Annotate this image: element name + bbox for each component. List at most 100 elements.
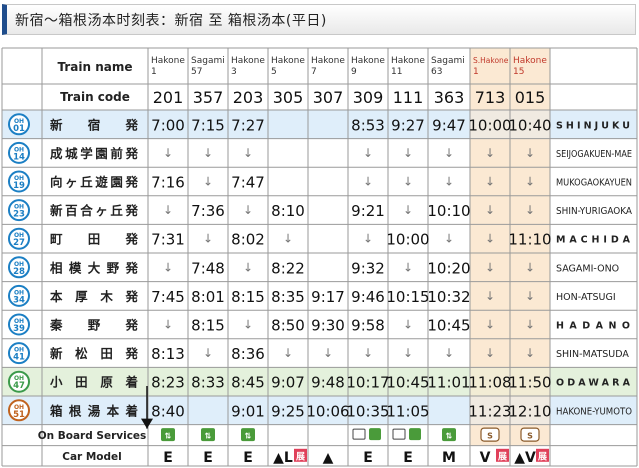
departure-time: 9:07 (271, 374, 305, 392)
train-number: 5 (271, 67, 277, 77)
departure-time: 8:13 (151, 345, 185, 363)
seat-service-icon-glyph: S (527, 432, 533, 441)
departure-time: 9:17 (311, 288, 345, 306)
car-model-code: ▲L (273, 450, 293, 466)
pass-arrow: ↓ (485, 232, 495, 246)
departure-time: 7:00 (151, 116, 185, 134)
station-name-jp: 秦野発 (49, 318, 138, 333)
departure-time: 8:45 (231, 374, 265, 392)
departure-time: 7:31 (151, 231, 185, 249)
departure-time: 7:36 (191, 202, 225, 220)
pass-arrow: ↓ (203, 146, 213, 160)
pass-arrow: ↓ (243, 260, 253, 274)
train-code: 305 (273, 88, 304, 107)
pass-arrow: ↓ (403, 146, 413, 160)
pass-arrow: ↓ (363, 175, 373, 189)
pass-arrow: ↓ (485, 175, 495, 189)
departure-time: 9:21 (351, 202, 385, 220)
station-name-en: SAGAMI-ONO (556, 263, 619, 274)
departure-time: 7:48 (191, 259, 225, 277)
pass-arrow: ↓ (163, 146, 173, 160)
departure-time: 8:22 (271, 259, 305, 277)
departure-time: 11:01 (427, 374, 470, 392)
pass-arrow: ↓ (525, 146, 535, 160)
station-name-en: HAKONE-YUMOTO (556, 406, 632, 417)
departure-time: 7:16 (151, 174, 185, 192)
elevator-service-icon (409, 428, 421, 441)
departure-time: 10:00 (386, 231, 429, 249)
pass-arrow: ↓ (323, 346, 333, 360)
train-name: Sagami (191, 56, 225, 66)
train-code: 015 (515, 88, 546, 107)
departure-time: 9:01 (231, 402, 265, 420)
pass-arrow: ↓ (403, 203, 413, 217)
train-name: S.Hakone (473, 56, 509, 65)
departure-time: 7:27 (231, 116, 265, 134)
seat-service-icon-glyph: S (487, 432, 493, 441)
pass-arrow: ↓ (363, 146, 373, 160)
departure-time: 10:00 (468, 116, 511, 134)
train-code: 363 (434, 88, 465, 107)
car-model-code: M (442, 450, 456, 466)
pass-arrow: ↓ (203, 175, 213, 189)
station-code-number: 41 (13, 353, 25, 363)
elevator-service-icon-glyph: ⇅ (205, 432, 212, 441)
train-number: 9 (351, 67, 357, 77)
train-name: Hakone (271, 56, 305, 66)
station-name-en: MUKOGAOKAYUEN (556, 178, 632, 189)
pass-arrow: ↓ (444, 175, 454, 189)
departure-time: 9:32 (351, 259, 385, 277)
train-number: 57 (191, 67, 202, 77)
pass-arrow: ↓ (485, 318, 495, 332)
pass-arrow: ↓ (363, 232, 373, 246)
pass-arrow: ↓ (243, 146, 253, 160)
station-code-number: 28 (13, 267, 25, 277)
departure-time: 8:23 (151, 374, 185, 392)
pass-arrow: ↓ (243, 203, 253, 217)
station-name-en: HON-ATSUGI (556, 292, 616, 303)
station-name-en: ODAWARA (556, 378, 631, 389)
departure-time: 12:10 (508, 402, 551, 420)
train-number: 63 (431, 67, 442, 77)
station-name-en: SHIN-YURIGAOKA (556, 206, 632, 217)
train-code: 713 (475, 88, 506, 107)
departure-time: 8:33 (191, 374, 225, 392)
train-number: 11 (391, 67, 402, 77)
station-code-number: 39 (13, 324, 25, 334)
elevator-service-icon-glyph: ⇅ (165, 432, 172, 441)
cup-service-icon (352, 428, 366, 440)
departure-time: 10:15 (386, 288, 429, 306)
observation-car-badge-text: 展 (538, 451, 547, 462)
departure-time: 10:10 (427, 202, 470, 220)
departure-time: 10:45 (386, 374, 429, 392)
pass-arrow: ↓ (403, 346, 413, 360)
departure-time: 9:27 (391, 116, 425, 134)
departure-time: 7:47 (231, 174, 265, 192)
pass-arrow: ↓ (163, 260, 173, 274)
train-code: 203 (233, 88, 264, 107)
departure-time: 10:40 (508, 116, 551, 134)
station-name-en: SHIN-MATSUDA (556, 349, 629, 360)
pass-arrow: ↓ (525, 260, 535, 274)
train-name: Hakone (391, 56, 425, 66)
departure-time: 8:53 (351, 116, 385, 134)
departure-time: 10:32 (427, 288, 470, 306)
car-model-code: E (363, 450, 373, 466)
departure-time: 9:30 (311, 317, 345, 335)
departure-time: 8:40 (151, 402, 185, 420)
train-number: 3 (231, 67, 237, 77)
train-name: Hakone (351, 56, 385, 66)
car-model-code: E (163, 450, 173, 466)
pass-arrow: ↓ (403, 318, 413, 332)
train-code: 111 (393, 88, 424, 107)
station-code-number: 34 (13, 295, 25, 305)
pass-arrow: ↓ (444, 346, 454, 360)
elevator-service-icon (369, 428, 381, 441)
station-code-number: 23 (13, 210, 25, 220)
train-code: 309 (353, 88, 384, 107)
departure-time: 8:35 (271, 288, 305, 306)
observation-car-badge-text: 展 (498, 451, 507, 462)
pass-arrow: ↓ (363, 346, 373, 360)
train-name: Sagami (431, 56, 465, 66)
train-name-label: Train name (58, 60, 133, 74)
